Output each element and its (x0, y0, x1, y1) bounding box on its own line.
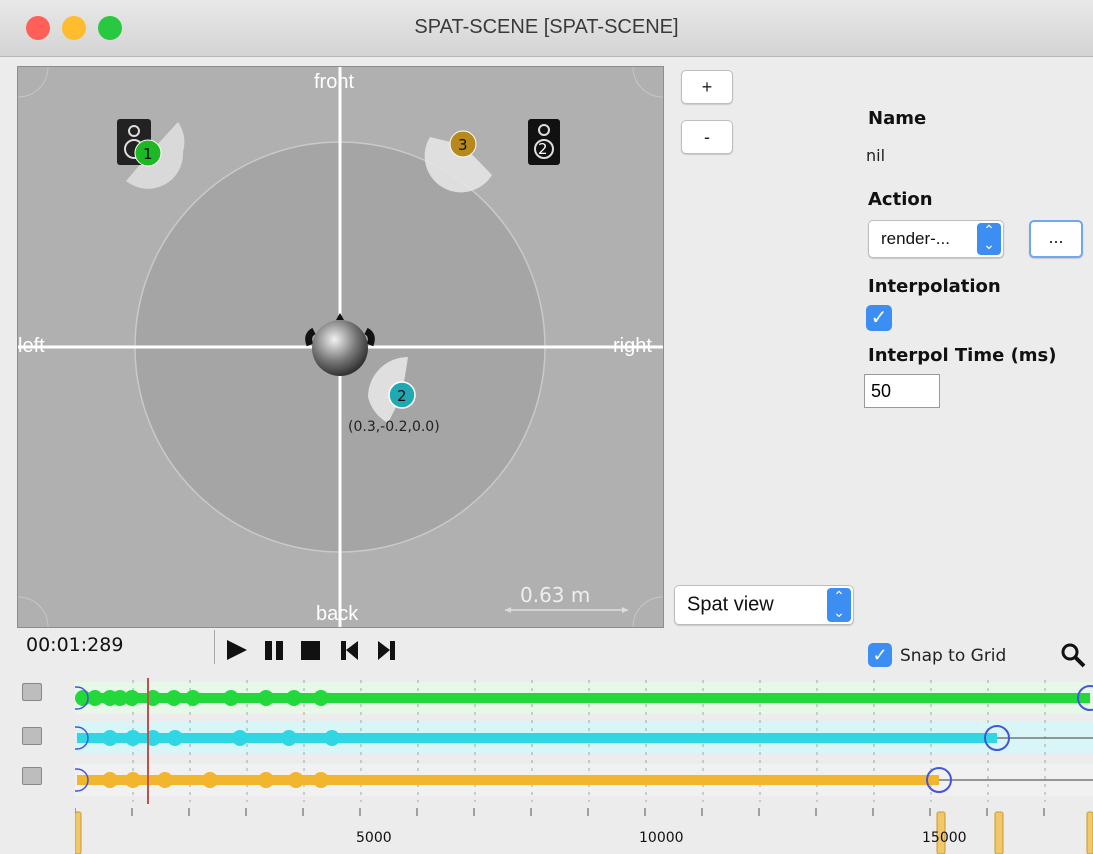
corner-arc (18, 67, 49, 98)
keyframe (313, 690, 329, 706)
keyframe (281, 730, 297, 746)
keyframe (157, 772, 173, 788)
keyframe (102, 730, 118, 746)
timeline[interactable] (75, 676, 1093, 854)
previous-icon[interactable] (341, 641, 358, 660)
keyframe (288, 772, 304, 788)
name-label: Name (868, 108, 927, 129)
keyframe (125, 730, 141, 746)
checkmark-icon: ✓ (872, 645, 888, 665)
keyframe (185, 690, 201, 706)
track-1-folder-icon[interactable] (22, 683, 42, 701)
keyframe (258, 772, 274, 788)
action-more-button[interactable]: ... (1029, 220, 1083, 258)
play-icon[interactable] (227, 640, 247, 660)
pause-icon[interactable] (276, 641, 283, 660)
tick-label: 5000 (356, 830, 392, 846)
keyframe (166, 690, 182, 706)
back-label: back (316, 603, 359, 625)
scale-label: 0.63 m (520, 583, 591, 607)
keyframe (286, 690, 302, 706)
checkmark-icon: ✓ (870, 307, 888, 329)
interpolation-checkbox[interactable]: ✓ (866, 305, 892, 331)
keyframe (313, 772, 329, 788)
ruler-marker (994, 811, 1004, 854)
name-value: nil (866, 146, 886, 165)
tick-label: 10000 (639, 830, 684, 846)
ruler-marker (75, 811, 82, 854)
tick-label: 15000 (922, 830, 967, 846)
keyframe (102, 772, 118, 788)
keyframe (202, 772, 218, 788)
keyframe (124, 690, 140, 706)
keyframe (258, 690, 274, 706)
action-label: Action (868, 189, 933, 210)
zoom-tool-icon[interactable] (1060, 642, 1088, 670)
svg-text:2: 2 (538, 140, 548, 158)
transport-controls (227, 640, 395, 660)
action-select[interactable]: render-... ⌃ ⌄ (868, 220, 1004, 258)
corner-arc (632, 67, 663, 98)
track-3-folder-icon[interactable] (22, 767, 42, 785)
interpol-time-input[interactable]: 50 (864, 374, 940, 408)
keyframe (324, 730, 340, 746)
ruler-marker (1086, 811, 1093, 854)
spat-view[interactable]: 1 1 3 2 2 front back left right (0.3,-0.… (17, 66, 664, 628)
action-select-value: render-... (881, 229, 950, 248)
window-title: SPAT-SCENE [SPAT-SCENE] (414, 16, 679, 38)
right-label: right (613, 335, 652, 357)
next-icon[interactable] (378, 641, 395, 660)
pause-icon[interactable] (265, 641, 272, 660)
snap-to-grid-label: Snap to Grid (900, 646, 1007, 666)
spat-canvas[interactable]: 1 1 3 2 2 (18, 67, 663, 627)
stop-icon[interactable] (301, 641, 320, 660)
select-arrows-icon: ⌃ ⌄ (977, 223, 1001, 255)
interpolation-label: Interpolation (868, 276, 1001, 297)
snap-to-grid-checkbox[interactable]: ✓ (868, 643, 892, 667)
keyframe (167, 730, 183, 746)
front-label: front (314, 71, 355, 93)
keyframe (125, 772, 141, 788)
speaker-2-icon[interactable]: 2 (528, 119, 560, 165)
left-label: left (18, 335, 45, 357)
track-2-folder-icon[interactable] (22, 727, 42, 745)
time-display: 00:01:289 (26, 634, 124, 656)
source-1[interactable]: 1 1 (117, 119, 185, 189)
keyframe (223, 690, 239, 706)
corner-arc (18, 596, 49, 627)
source-2-label: 2 (397, 387, 407, 405)
source-1-label: 1 (143, 145, 153, 163)
corner-arc (632, 596, 663, 627)
zoom-in-button[interactable]: + (681, 70, 733, 104)
title-bar: SPAT-SCENE [SPAT-SCENE] (0, 0, 1093, 57)
transport-divider (214, 630, 215, 664)
source-3-label: 3 (458, 136, 468, 154)
keyframe (87, 690, 103, 706)
keyframe (232, 730, 248, 746)
select-arrows-icon: ⌃ ⌄ (827, 588, 851, 622)
zoom-out-button[interactable]: - (681, 120, 733, 154)
view-select-value: Spat view (687, 593, 774, 616)
source-2-coordinates: (0.3,-0.2,0.0) (348, 419, 440, 435)
view-select[interactable]: Spat view ⌃ ⌄ (674, 585, 854, 625)
interpol-time-label: Interpol Time (ms) (868, 345, 1057, 366)
